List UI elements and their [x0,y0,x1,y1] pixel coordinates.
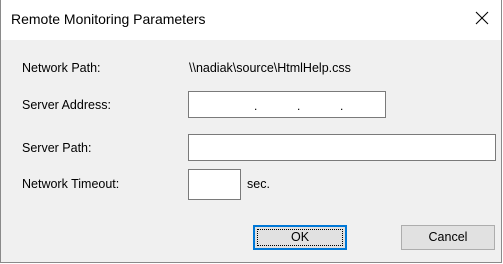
title-bar: Remote Monitoring Parameters [1,0,501,40]
ok-button-label: OK [290,230,310,244]
ok-button[interactable]: OK [253,225,347,250]
ip-separator-dot: . [297,99,301,113]
ip-separator-dot: . [254,99,258,113]
server-address-ip-field[interactable]: . . . [188,91,386,118]
cancel-button-label: Cancel [428,230,468,244]
network-path-value: \\nadiak\source\HtmlHelp.css [189,61,351,75]
close-icon [475,11,489,25]
remote-monitoring-dialog: Remote Monitoring Parameters Network Pat… [0,0,502,263]
close-button[interactable] [465,0,501,36]
dialog-title: Remote Monitoring Parameters [11,11,206,27]
network-timeout-label: Network Timeout: [22,177,120,191]
network-path-label: Network Path: [22,61,101,75]
server-path-input[interactable] [188,134,496,161]
cancel-button[interactable]: Cancel [401,225,495,250]
server-address-label: Server Address: [22,98,111,112]
timeout-unit-label: sec. [247,177,270,191]
server-path-label: Server Path: [22,141,92,155]
network-timeout-input[interactable] [188,169,241,200]
ip-separator-dot: . [340,99,344,113]
